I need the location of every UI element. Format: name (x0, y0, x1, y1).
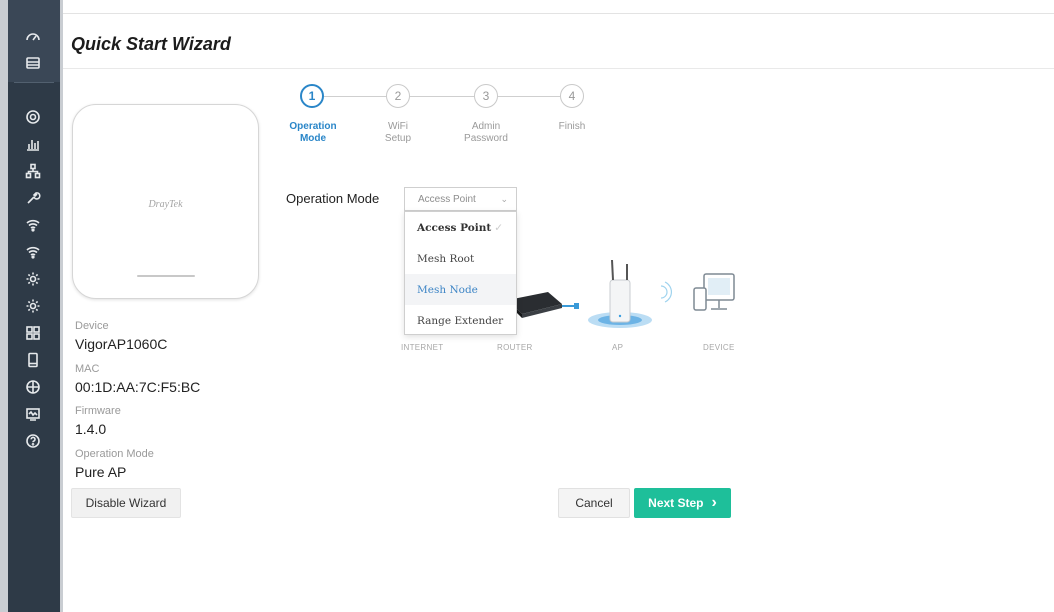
checkmark-icon: ✓ (494, 221, 503, 234)
mac-value: 00:1D:AA:7C:F5:BC (75, 379, 201, 395)
settings-icon[interactable] (20, 266, 46, 292)
operation-mode-label: Operation Mode (286, 191, 380, 206)
next-step-button[interactable]: Next Step › (634, 488, 731, 518)
opmode-info-label: Operation Mode (75, 448, 154, 460)
access-point-icon (588, 259, 652, 328)
dashboard-icon[interactable] (20, 24, 46, 50)
step-connector (410, 96, 474, 97)
step-3-label-line1: Admin (471, 121, 501, 132)
sidebar (0, 0, 63, 612)
sidebar-divider (14, 82, 54, 83)
wizard-icon[interactable] (20, 50, 46, 76)
step-1-label: Operation Mode (278, 121, 348, 145)
router-label: ROUTER (497, 343, 533, 352)
dropdown-option-mesh-root[interactable]: Mesh Root (405, 243, 516, 274)
step-connector (324, 96, 386, 97)
step-4-circle[interactable]: 4 (560, 84, 584, 108)
radar-icon[interactable] (20, 104, 46, 130)
page-title: Quick Start Wizard (71, 34, 231, 54)
option-label: Access Point (417, 221, 492, 234)
step-connector (498, 96, 560, 97)
mac-label: MAC (75, 363, 100, 375)
dropdown-option-access-point[interactable]: Access Point ✓ (405, 212, 516, 243)
step-2-label: WiFi Setup (363, 121, 433, 145)
step-3-label-line2: Password (464, 133, 508, 144)
device-value: VigorAP1060C (75, 336, 168, 352)
chevron-right-icon: › (711, 494, 717, 511)
network-icon[interactable] (20, 158, 46, 184)
cable-icon (562, 303, 579, 309)
device-logo: DrayTek (148, 199, 183, 210)
device-image: DrayTek (72, 104, 259, 299)
wifi-icon[interactable] (20, 212, 46, 238)
step-4-label-line1: Finish (558, 121, 586, 132)
step-3-circle[interactable]: 3 (474, 84, 498, 108)
bar-chart-icon[interactable] (20, 131, 46, 157)
device-led (137, 275, 195, 277)
operation-mode-selected-value: Access Point (418, 193, 476, 205)
wifi-2-icon[interactable] (20, 239, 46, 265)
firmware-label: Firmware (75, 405, 121, 417)
ap-label: AP (612, 343, 624, 352)
firmware-value: 1.4.0 (75, 421, 107, 437)
operation-mode-select[interactable]: Access Point ⌄ (404, 187, 517, 211)
help-icon[interactable] (20, 428, 46, 454)
device-label: Device (75, 320, 109, 332)
step-3-label: Admin Password (451, 121, 521, 145)
mobile-icon[interactable] (20, 347, 46, 373)
cancel-button[interactable]: Cancel (558, 488, 630, 518)
internet-label: INTERNET (401, 343, 444, 352)
top-divider (63, 13, 1054, 14)
apps-icon[interactable] (20, 320, 46, 346)
chevron-down-icon: ⌄ (500, 194, 508, 204)
wifi-signal-icon (660, 281, 673, 303)
step-1-label-line2: Mode (299, 133, 327, 144)
disable-wizard-button[interactable]: Disable Wizard (71, 488, 181, 518)
step-1-label-line1: Operation (289, 121, 337, 132)
dropdown-option-range-extender[interactable]: Range Extender (405, 305, 516, 336)
step-4-label: Finish (537, 121, 607, 133)
next-step-label: Next Step (648, 496, 704, 510)
tools-icon[interactable] (20, 185, 46, 211)
step-2-label-line2: Setup (384, 133, 412, 144)
device-icon (693, 273, 735, 311)
title-divider (63, 68, 1054, 69)
step-2-circle[interactable]: 2 (386, 84, 410, 108)
settings-2-icon[interactable] (20, 293, 46, 319)
operation-mode-dropdown: Access Point ✓ Mesh Root Mesh Node Range … (404, 211, 517, 335)
dropdown-option-mesh-node[interactable]: Mesh Node (405, 274, 516, 305)
monitor-icon[interactable] (20, 401, 46, 427)
shield-icon[interactable] (20, 374, 46, 400)
step-1-circle[interactable]: 1 (300, 84, 324, 108)
opmode-info-value: Pure AP (75, 464, 127, 480)
device-label-diagram: DEVICE (703, 343, 735, 352)
step-2-label-line1: WiFi (388, 121, 408, 132)
